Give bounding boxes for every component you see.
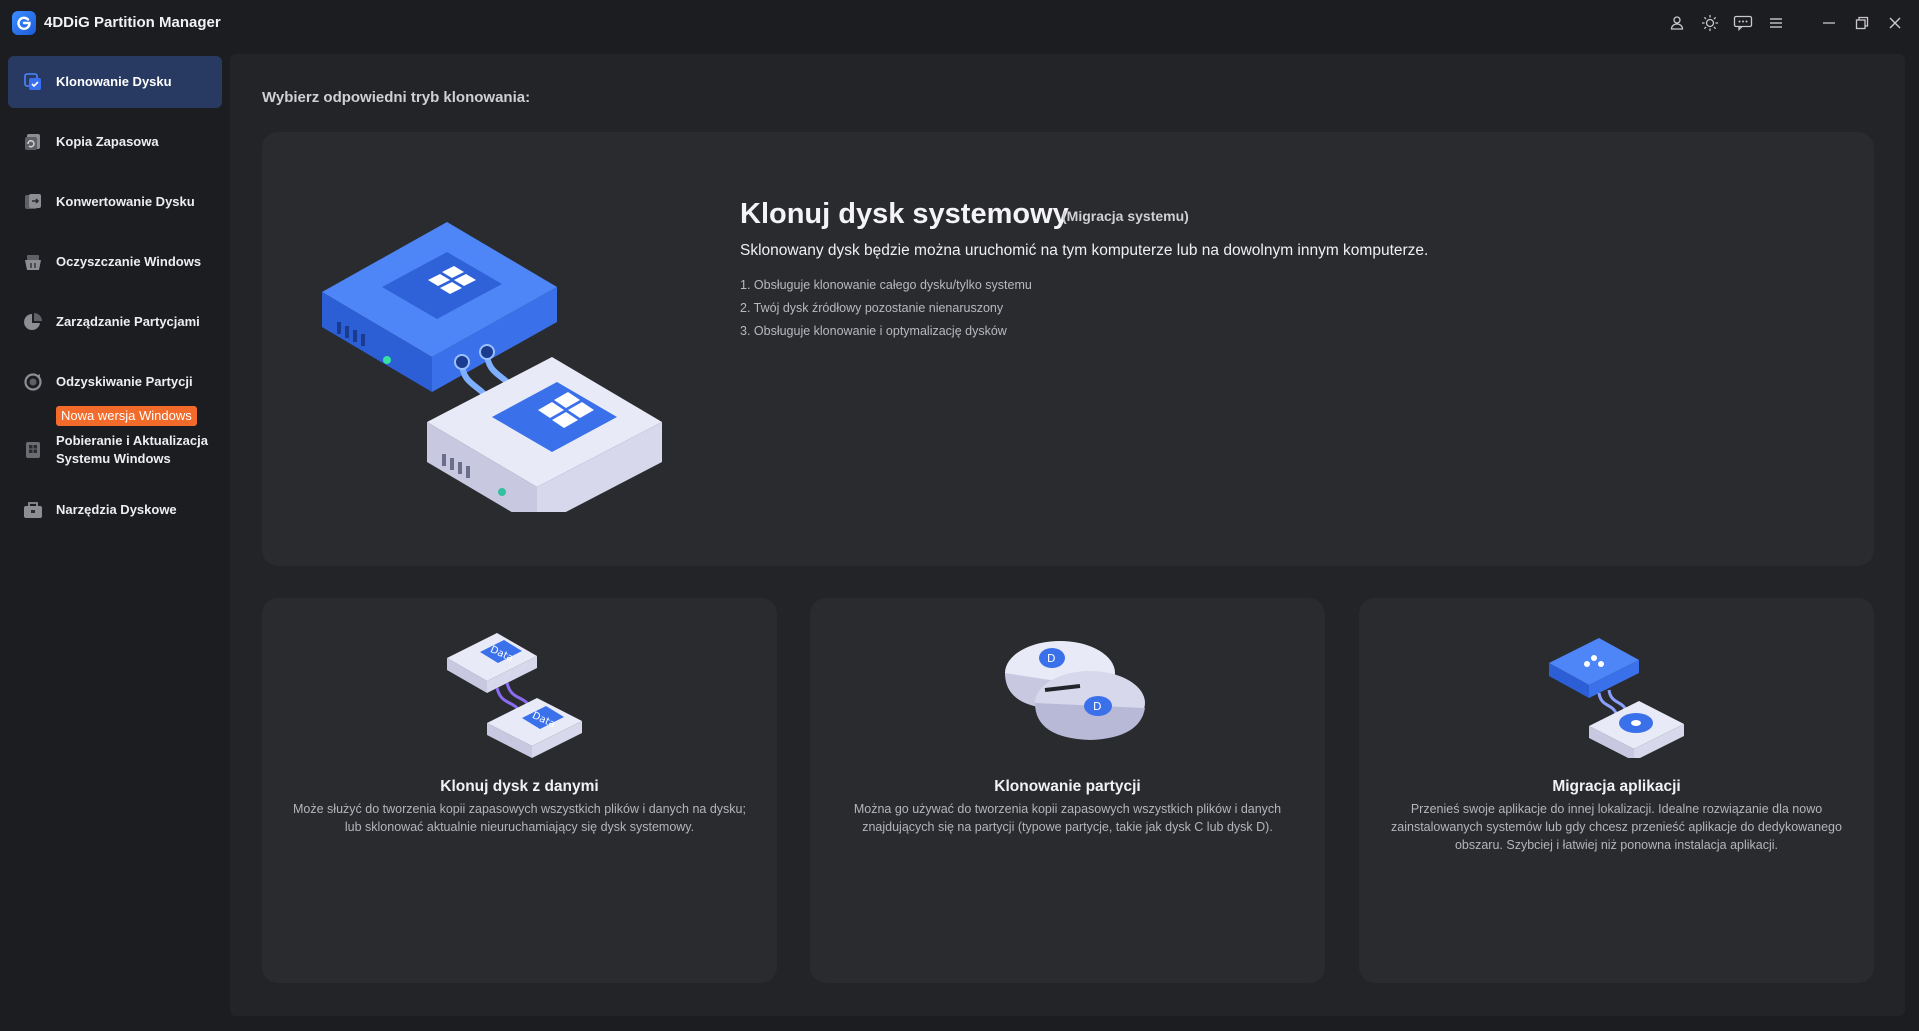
feature-item: 2. Twój dysk źródłowy pozostanie nienaru… xyxy=(740,301,1004,315)
menu-icon[interactable] xyxy=(1759,8,1792,38)
restore-icon[interactable] xyxy=(1845,8,1878,38)
partition-label: D xyxy=(1047,652,1055,665)
partition-clone-card[interactable]: D D Klonowanie partycji Można go używać … xyxy=(810,598,1325,983)
sidebar-item-disk-clone[interactable]: Klonowanie Dysku xyxy=(8,56,222,108)
page-heading: Wybierz odpowiedni tryb klonowania: xyxy=(262,89,531,106)
convert-disk-icon xyxy=(22,191,44,213)
sidebar: Klonowanie Dysku Kopia Zapasowa Konwerto… xyxy=(0,54,230,1031)
card-description: Może służyć do tworzenia kopii zapasowyc… xyxy=(293,802,746,834)
card-title: Migracja aplikacji xyxy=(1552,778,1681,795)
sidebar-item-partition-recovery[interactable]: Odzyskiwanie Partycji xyxy=(8,356,222,408)
sidebar-item-label: Oczyszczanie Windows xyxy=(56,254,202,269)
sidebar-item-disk-convert[interactable]: Konwertowanie Dysku xyxy=(8,176,222,228)
card-description: Sklonowany dysk będzie można uruchomić n… xyxy=(740,242,1429,259)
partition-pie-icon xyxy=(22,311,44,333)
card-title: Klonowanie partycji xyxy=(994,778,1141,795)
sidebar-item-label: Zarządzanie Partycjami xyxy=(56,314,200,329)
system-disk-clone-card[interactable]: Klonuj dysk systemowy (Migracja systemu)… xyxy=(262,132,1874,566)
sidebar-item-label: Konwertowanie Dysku xyxy=(56,194,195,209)
app-migration-illustration xyxy=(1539,628,1694,761)
sidebar-item-label: Klonowanie Dysku xyxy=(56,74,172,89)
minimize-icon[interactable] xyxy=(1812,8,1845,38)
app-migration-card[interactable]: Migracja aplikacji Przenieś swoje aplika… xyxy=(1359,598,1874,983)
theme-sun-icon[interactable] xyxy=(1693,8,1726,38)
system-disk-clone-illustration xyxy=(312,192,672,527)
download-windows-icon xyxy=(22,439,44,461)
app-logo-icon xyxy=(12,11,36,35)
feature-item: 1. Obsługuje klonowanie całego dysku/tyl… xyxy=(740,278,1032,292)
card-subtitle: (Migracja systemu) xyxy=(1062,208,1189,224)
sidebar-item-partition-manager[interactable]: Zarządzanie Partycjami xyxy=(8,296,222,348)
app-title: 4DDiG Partition Manager xyxy=(44,14,221,31)
title-bar: 4DDiG Partition Manager xyxy=(0,0,1919,46)
feature-item: 3. Obsługuje klonowanie i optymalizację … xyxy=(740,324,1007,338)
feature-list: 1. Obsługuje klonowanie całego dysku/tyl… xyxy=(740,277,1032,346)
sidebar-item-windows-cleanup[interactable]: Oczyszczanie Windows xyxy=(8,236,222,288)
toolbox-icon xyxy=(22,499,44,521)
sidebar-item-label: Narzędzia Dyskowe xyxy=(56,502,177,517)
feedback-icon[interactable] xyxy=(1726,8,1759,38)
new-version-badge: Nowa wersja Windows xyxy=(56,406,197,426)
clone-disk-icon xyxy=(22,71,44,93)
data-disk-clone-card[interactable]: Data Data Klonuj dysk z danymi Może służ… xyxy=(262,598,777,983)
close-icon[interactable] xyxy=(1878,8,1911,38)
sidebar-item-label: Odzyskiwanie Partycji xyxy=(56,374,193,389)
main-panel: Wybierz odpowiedni tryb klonowania: Klon… xyxy=(230,54,1905,1016)
card-description: Przenieś swoje aplikacje do innej lokali… xyxy=(1391,802,1842,852)
card-description: Można go używać do tworzenia kopii zapas… xyxy=(853,802,1282,834)
user-icon[interactable] xyxy=(1660,8,1693,38)
sidebar-item-backup[interactable]: Kopia Zapasowa xyxy=(8,116,222,168)
partition-clone-illustration: D D xyxy=(990,628,1145,758)
sidebar-item-label: Kopia Zapasowa xyxy=(56,134,159,149)
sidebar-item-label: Pobieranie i Aktualizacja Systemu Window… xyxy=(56,433,208,466)
card-title: Klonuj dysk systemowy xyxy=(740,198,1069,230)
clean-windows-icon xyxy=(22,251,44,273)
partition-label: D xyxy=(1093,700,1101,713)
sidebar-item-windows-download[interactable]: Pobieranie i Aktualizacja Systemu Window… xyxy=(8,426,222,474)
card-title: Klonuj dysk z danymi xyxy=(440,778,599,795)
recovery-icon xyxy=(22,371,44,393)
sidebar-item-disk-tools[interactable]: Narzędzia Dyskowe xyxy=(8,484,222,536)
data-disk-clone-illustration: Data Data xyxy=(442,628,597,758)
backup-icon xyxy=(22,131,44,153)
